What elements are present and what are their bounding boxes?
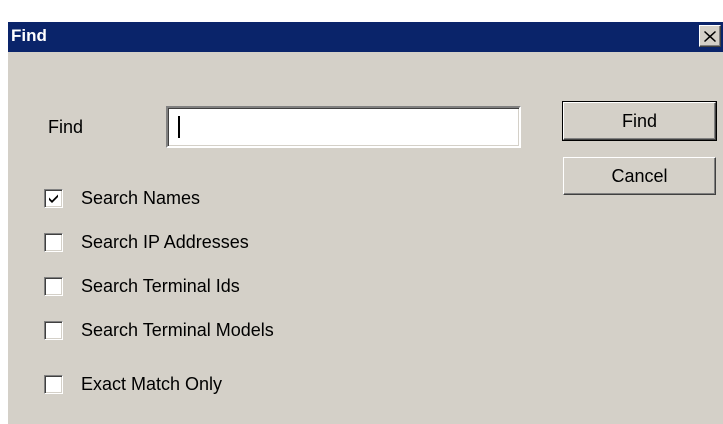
search-ip-addresses-checkbox[interactable] [44, 232, 63, 252]
option-search-names[interactable]: Search Names [44, 186, 200, 210]
search-terminal-models-checkbox[interactable] [44, 320, 63, 340]
exact-match-only-label: Exact Match Only [81, 373, 223, 394]
option-search-ip-addresses[interactable]: Search IP Addresses [44, 230, 249, 254]
search-terminal-ids-checkbox[interactable] [44, 276, 63, 296]
find-input[interactable] [166, 106, 521, 148]
search-ip-addresses-label: Search IP Addresses [81, 231, 249, 252]
window-title: Find [11, 26, 47, 45]
search-terminal-models-label: Search Terminal Models [81, 319, 274, 340]
cancel-button[interactable]: Cancel [563, 157, 716, 195]
search-names-label: Search Names [81, 187, 201, 208]
find-button[interactable]: Find [562, 101, 717, 141]
exact-match-only-checkbox[interactable] [44, 374, 63, 394]
search-names-checkbox[interactable] [44, 188, 63, 208]
close-icon [704, 30, 716, 42]
text-caret [178, 116, 180, 138]
close-button[interactable] [699, 25, 721, 47]
option-search-terminal-ids[interactable]: Search Terminal Ids [44, 274, 240, 298]
title-bar[interactable]: Find [8, 22, 723, 52]
find-label: Find [48, 117, 84, 137]
option-exact-match-only[interactable]: Exact Match Only [44, 372, 222, 396]
checkmark-icon [49, 194, 58, 203]
option-search-terminal-models[interactable]: Search Terminal Models [44, 318, 274, 342]
search-terminal-ids-label: Search Terminal Ids [81, 275, 240, 296]
find-dialog: Find Find Find Cancel Search Names Searc… [6, 20, 723, 424]
